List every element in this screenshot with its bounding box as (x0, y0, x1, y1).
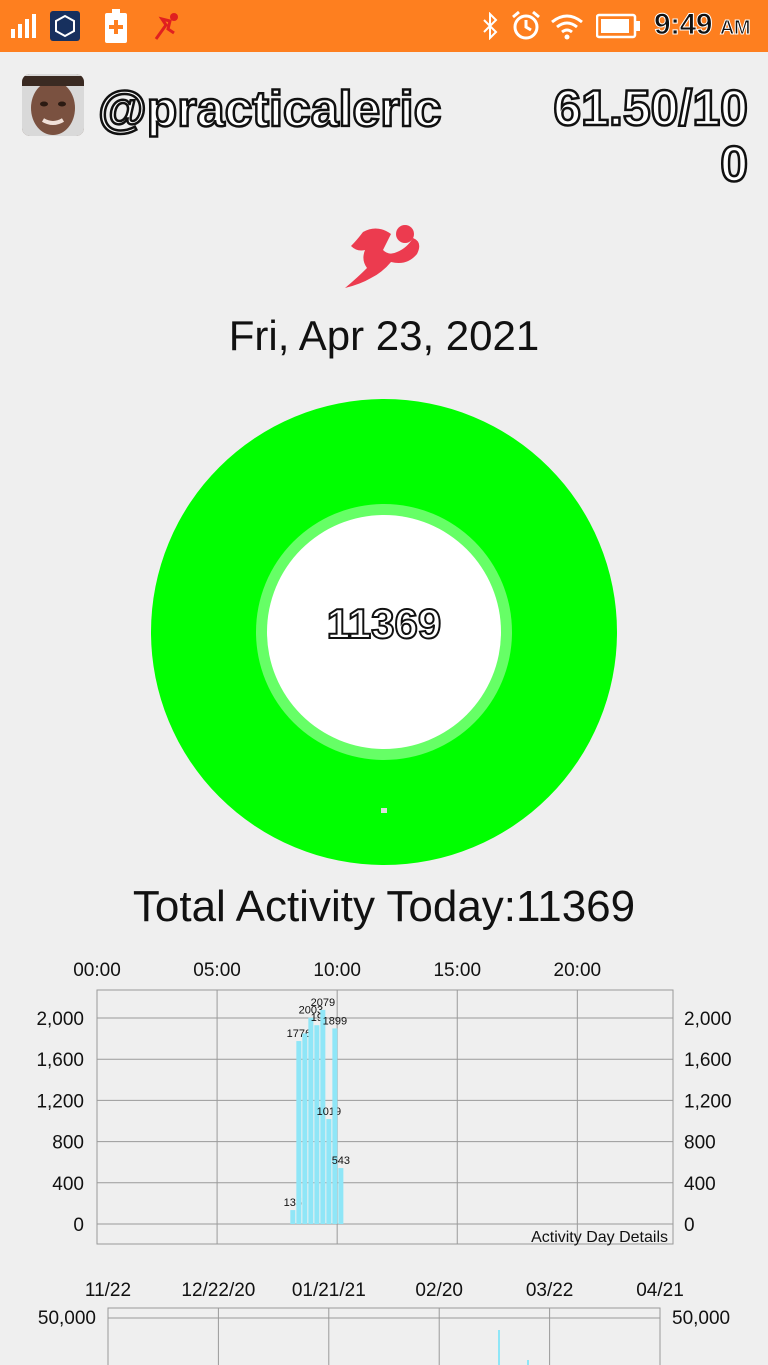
ring-value: 11369 (326, 599, 442, 648)
y-tick-label-right: 2,000 (684, 1009, 732, 1030)
y-tick-label-right: 0 (684, 1215, 695, 1236)
y-tick-label-left: 1,200 (36, 1091, 84, 1112)
x-tick-label: 12/22/20 (181, 1280, 255, 1301)
y-tick-label-right: 1,600 (684, 1050, 732, 1071)
bar-value-label: 543 (332, 1155, 350, 1167)
bar-value-label: 1899 (323, 1015, 347, 1027)
chart-bar (527, 1360, 529, 1365)
total-activity: Total Activity Today:11369 (132, 882, 636, 931)
chart-bar (498, 1330, 500, 1365)
username[interactable]: @practicaleric (97, 80, 443, 139)
battery-icon (596, 0, 642, 52)
y-tick-label-left: 400 (52, 1174, 84, 1195)
clock: 9:49 AM (653, 8, 751, 42)
x-tick-label: 15:00 (433, 960, 481, 981)
runner-app-icon (152, 0, 182, 52)
signal-icon (10, 0, 40, 52)
activity-day-chart: 00:00 05:00 10:00 15:00 20:00 0 0 400 400 800 800 1… (36, 960, 732, 1246)
x-tick-label: 20:00 (554, 960, 602, 981)
y-tick-label-right: 800 (684, 1133, 716, 1154)
chart-bar (314, 1025, 320, 1224)
chart-bar (332, 1028, 338, 1224)
wifi-icon (550, 0, 584, 52)
alarm-icon (510, 0, 542, 52)
x-tick-label: 10:00 (313, 960, 361, 981)
chart-title: Activity Day Details (531, 1229, 668, 1246)
x-tick-label: 05:00 (193, 960, 241, 981)
x-tick-label: 00:00 (73, 960, 121, 981)
x-tick-label: 11/22 (85, 1280, 131, 1301)
plot-frame (96, 989, 674, 1245)
chart-bar (326, 1119, 332, 1224)
y-tick-label-right: 50,000 (672, 1308, 730, 1329)
activity-date: Fri, Apr 23, 2021 (228, 312, 540, 359)
crypto-app-icon (50, 0, 80, 52)
bar-value-label: 1019 (317, 1106, 341, 1118)
chart-bar (296, 1041, 302, 1224)
bluetooth-icon (482, 0, 500, 52)
y-tick-label-left: 2,000 (36, 1009, 84, 1030)
plot-frame (107, 1307, 661, 1365)
y-tick-label-left: 800 (52, 1133, 84, 1154)
y-tick-label-right: 1,200 (684, 1091, 732, 1112)
x-tick-label: 04/21 (636, 1280, 684, 1301)
chart-bar (308, 1017, 314, 1224)
activity-range-chart: 11/22 12/22/20 01/21/21 02/20 03/22 04/21 50,0… (38, 1280, 730, 1365)
chart-bar (338, 1168, 344, 1224)
score-display: 61.50/100 (552, 79, 749, 194)
y-tick-label-left: 50,000 (38, 1308, 96, 1329)
chart-bar (290, 1210, 296, 1224)
status-bar: 9:49 AM (0, 0, 768, 52)
bar-value-label: 2079 (311, 997, 335, 1009)
y-tick-label-right: 400 (684, 1174, 716, 1195)
x-tick-label: 03/22 (526, 1280, 574, 1301)
y-tick-label-left: 0 (73, 1215, 84, 1236)
x-tick-label: 01/21/21 (292, 1280, 366, 1301)
runner-icon (343, 222, 425, 295)
bar-value-label: 1776 (287, 1028, 311, 1040)
x-tick-label: 02/20 (415, 1280, 463, 1301)
battery-plus-icon (104, 0, 128, 52)
y-tick-label-left: 1,600 (36, 1050, 84, 1071)
chart-bar (302, 1033, 308, 1224)
ring-marker (381, 808, 387, 813)
avatar[interactable] (22, 74, 84, 136)
